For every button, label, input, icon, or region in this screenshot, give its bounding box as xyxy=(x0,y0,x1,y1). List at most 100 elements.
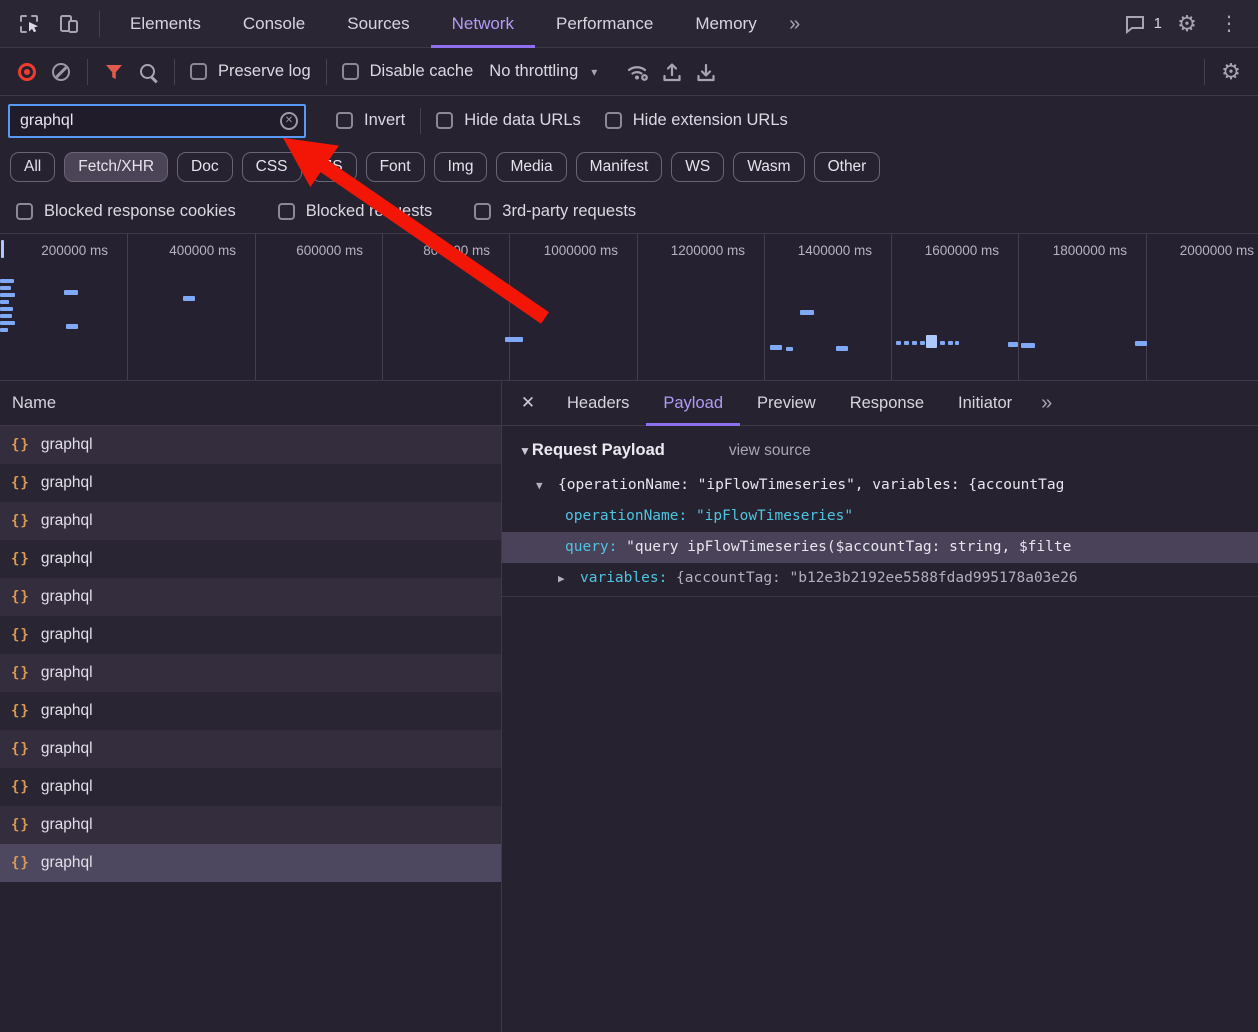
timeline-request-bar[interactable] xyxy=(0,293,15,297)
inspect-element-icon[interactable] xyxy=(12,7,46,41)
blocked-requests-checkbox[interactable]: Blocked requests xyxy=(272,202,439,221)
filter-funnel-icon[interactable] xyxy=(97,55,131,89)
request-row[interactable]: {}graphql xyxy=(0,540,501,578)
timeline-request-bar[interactable] xyxy=(1135,341,1147,346)
timeline-request-bar[interactable] xyxy=(0,328,8,332)
payload-tree-row[interactable]: query: "query ipFlowTimeseries($accountT… xyxy=(502,532,1258,563)
timeline-request-bar[interactable] xyxy=(912,341,917,345)
tab-performance[interactable]: Performance xyxy=(535,0,674,48)
timeline-request-bar[interactable] xyxy=(940,341,945,345)
timeline-request-bar[interactable] xyxy=(0,279,14,283)
timeline-request-bar[interactable] xyxy=(66,324,78,329)
tab-memory[interactable]: Memory xyxy=(674,0,777,48)
console-messages-icon[interactable] xyxy=(1118,7,1152,41)
record-network-log-icon[interactable] xyxy=(10,55,44,89)
disable-cache-checkbox[interactable]: Disable cache xyxy=(336,62,480,81)
payload-tree-row[interactable]: ▶variables: {accountTag: "b12e3b2192ee55… xyxy=(502,563,1258,594)
close-detail-icon[interactable]: ✕ xyxy=(506,393,550,413)
timeline-request-bar[interactable] xyxy=(0,307,13,311)
request-row[interactable]: {}graphql xyxy=(0,844,501,882)
type-chip-js[interactable]: JS xyxy=(311,152,357,182)
throttling-select[interactable]: No throttling ▾ xyxy=(479,62,607,81)
more-detail-tabs-icon[interactable]: » xyxy=(1041,392,1052,415)
payload-tree-row[interactable]: operationName: "ipFlowTimeseries" xyxy=(502,501,1258,532)
type-chip-media[interactable]: Media xyxy=(496,152,566,182)
invert-checkbox[interactable]: Invert xyxy=(330,111,411,130)
third-party-requests-checkbox[interactable]: 3rd-party requests xyxy=(468,202,642,221)
timeline-request-bar[interactable] xyxy=(1021,343,1035,348)
filter-input[interactable] xyxy=(8,104,306,138)
view-source-link[interactable]: view source xyxy=(729,442,811,460)
timeline-request-bar[interactable] xyxy=(896,341,901,345)
request-row[interactable]: {}graphql xyxy=(0,616,501,654)
detail-tab-payload[interactable]: Payload xyxy=(646,381,740,426)
tab-console[interactable]: Console xyxy=(222,0,326,48)
request-row[interactable]: {}graphql xyxy=(0,464,501,502)
timeline-request-bar[interactable] xyxy=(800,310,814,315)
timeline-request-bar[interactable] xyxy=(0,321,15,325)
device-toolbar-icon[interactable] xyxy=(52,7,86,41)
timeline-request-bar[interactable] xyxy=(836,346,848,351)
request-payload-section-header[interactable]: ▼Request Payload xyxy=(519,441,665,460)
network-conditions-icon[interactable] xyxy=(621,55,655,89)
timeline-request-bar[interactable] xyxy=(904,341,909,345)
settings-gear-icon[interactable]: ⚙ xyxy=(1170,7,1204,41)
timeline-request-bar[interactable] xyxy=(1008,342,1018,347)
tab-network[interactable]: Network xyxy=(431,0,535,48)
detail-tab-response[interactable]: Response xyxy=(833,381,941,426)
type-chip-css[interactable]: CSS xyxy=(242,152,302,182)
request-row[interactable]: {}graphql xyxy=(0,578,501,616)
request-row[interactable]: {}graphql xyxy=(0,768,501,806)
type-chip-manifest[interactable]: Manifest xyxy=(576,152,663,182)
detail-tab-initiator[interactable]: Initiator xyxy=(941,381,1029,426)
type-chip-font[interactable]: Font xyxy=(366,152,425,182)
timeline-request-bar[interactable] xyxy=(64,290,78,295)
timeline-request-bar[interactable] xyxy=(183,296,195,301)
type-chip-fetch-xhr[interactable]: Fetch/XHR xyxy=(64,152,168,182)
timeline-request-bar[interactable] xyxy=(926,335,937,348)
type-chip-other[interactable]: Other xyxy=(814,152,881,182)
name-column-header[interactable]: Name xyxy=(0,381,501,426)
overflow-menu-icon[interactable]: ⋮ xyxy=(1212,7,1246,41)
timeline-request-bar[interactable] xyxy=(505,337,523,342)
tab-elements[interactable]: Elements xyxy=(109,0,222,48)
timeline-request-bar[interactable] xyxy=(920,341,925,345)
timeline-request-bar[interactable] xyxy=(0,300,9,304)
type-chip-all[interactable]: All xyxy=(10,152,55,182)
type-chip-ws[interactable]: WS xyxy=(671,152,724,182)
request-row[interactable]: {}graphql xyxy=(0,692,501,730)
export-har-icon[interactable] xyxy=(689,55,723,89)
tab-sources[interactable]: Sources xyxy=(326,0,430,48)
timeline-request-bar[interactable] xyxy=(770,345,782,350)
request-row[interactable]: {}graphql xyxy=(0,806,501,844)
timeline-request-bar[interactable] xyxy=(786,347,793,351)
import-har-icon[interactable] xyxy=(655,55,689,89)
detail-tab-headers[interactable]: Headers xyxy=(550,381,646,426)
tree-toggle-icon[interactable]: ▼ xyxy=(536,470,558,501)
search-icon[interactable] xyxy=(131,55,165,89)
request-row[interactable]: {}graphql xyxy=(0,502,501,540)
timeline-request-bar[interactable] xyxy=(0,314,12,318)
request-row[interactable]: {}graphql xyxy=(0,654,501,692)
blocked-response-cookies-checkbox[interactable]: Blocked response cookies xyxy=(10,202,242,221)
clear-network-log-icon[interactable] xyxy=(44,55,78,89)
detail-tab-preview[interactable]: Preview xyxy=(740,381,833,426)
type-chip-wasm[interactable]: Wasm xyxy=(733,152,804,182)
request-row[interactable]: {}graphql xyxy=(0,730,501,768)
timeline-request-bar[interactable] xyxy=(948,341,953,345)
timeline-request-bar[interactable] xyxy=(1,240,4,258)
type-chip-img[interactable]: Img xyxy=(434,152,488,182)
timeline-overview[interactable]: 200000 ms400000 ms600000 ms800000 ms1000… xyxy=(0,233,1258,381)
clear-filter-icon[interactable]: ✕ xyxy=(280,112,298,130)
type-chip-doc[interactable]: Doc xyxy=(177,152,233,182)
hide-extension-urls-checkbox[interactable]: Hide extension URLs xyxy=(599,111,794,130)
network-settings-gear-icon[interactable]: ⚙ xyxy=(1214,55,1248,89)
preserve-log-checkbox[interactable]: Preserve log xyxy=(184,62,317,81)
more-tabs-icon[interactable]: » xyxy=(778,7,812,41)
payload-tree-row[interactable]: ▼{operationName: "ipFlowTimeseries", var… xyxy=(502,470,1258,501)
timeline-request-bar[interactable] xyxy=(0,286,11,290)
tree-toggle-icon[interactable]: ▶ xyxy=(558,563,580,594)
request-row[interactable]: {}graphql xyxy=(0,426,501,464)
hide-data-urls-checkbox[interactable]: Hide data URLs xyxy=(430,111,586,130)
timeline-request-bar[interactable] xyxy=(955,341,959,345)
